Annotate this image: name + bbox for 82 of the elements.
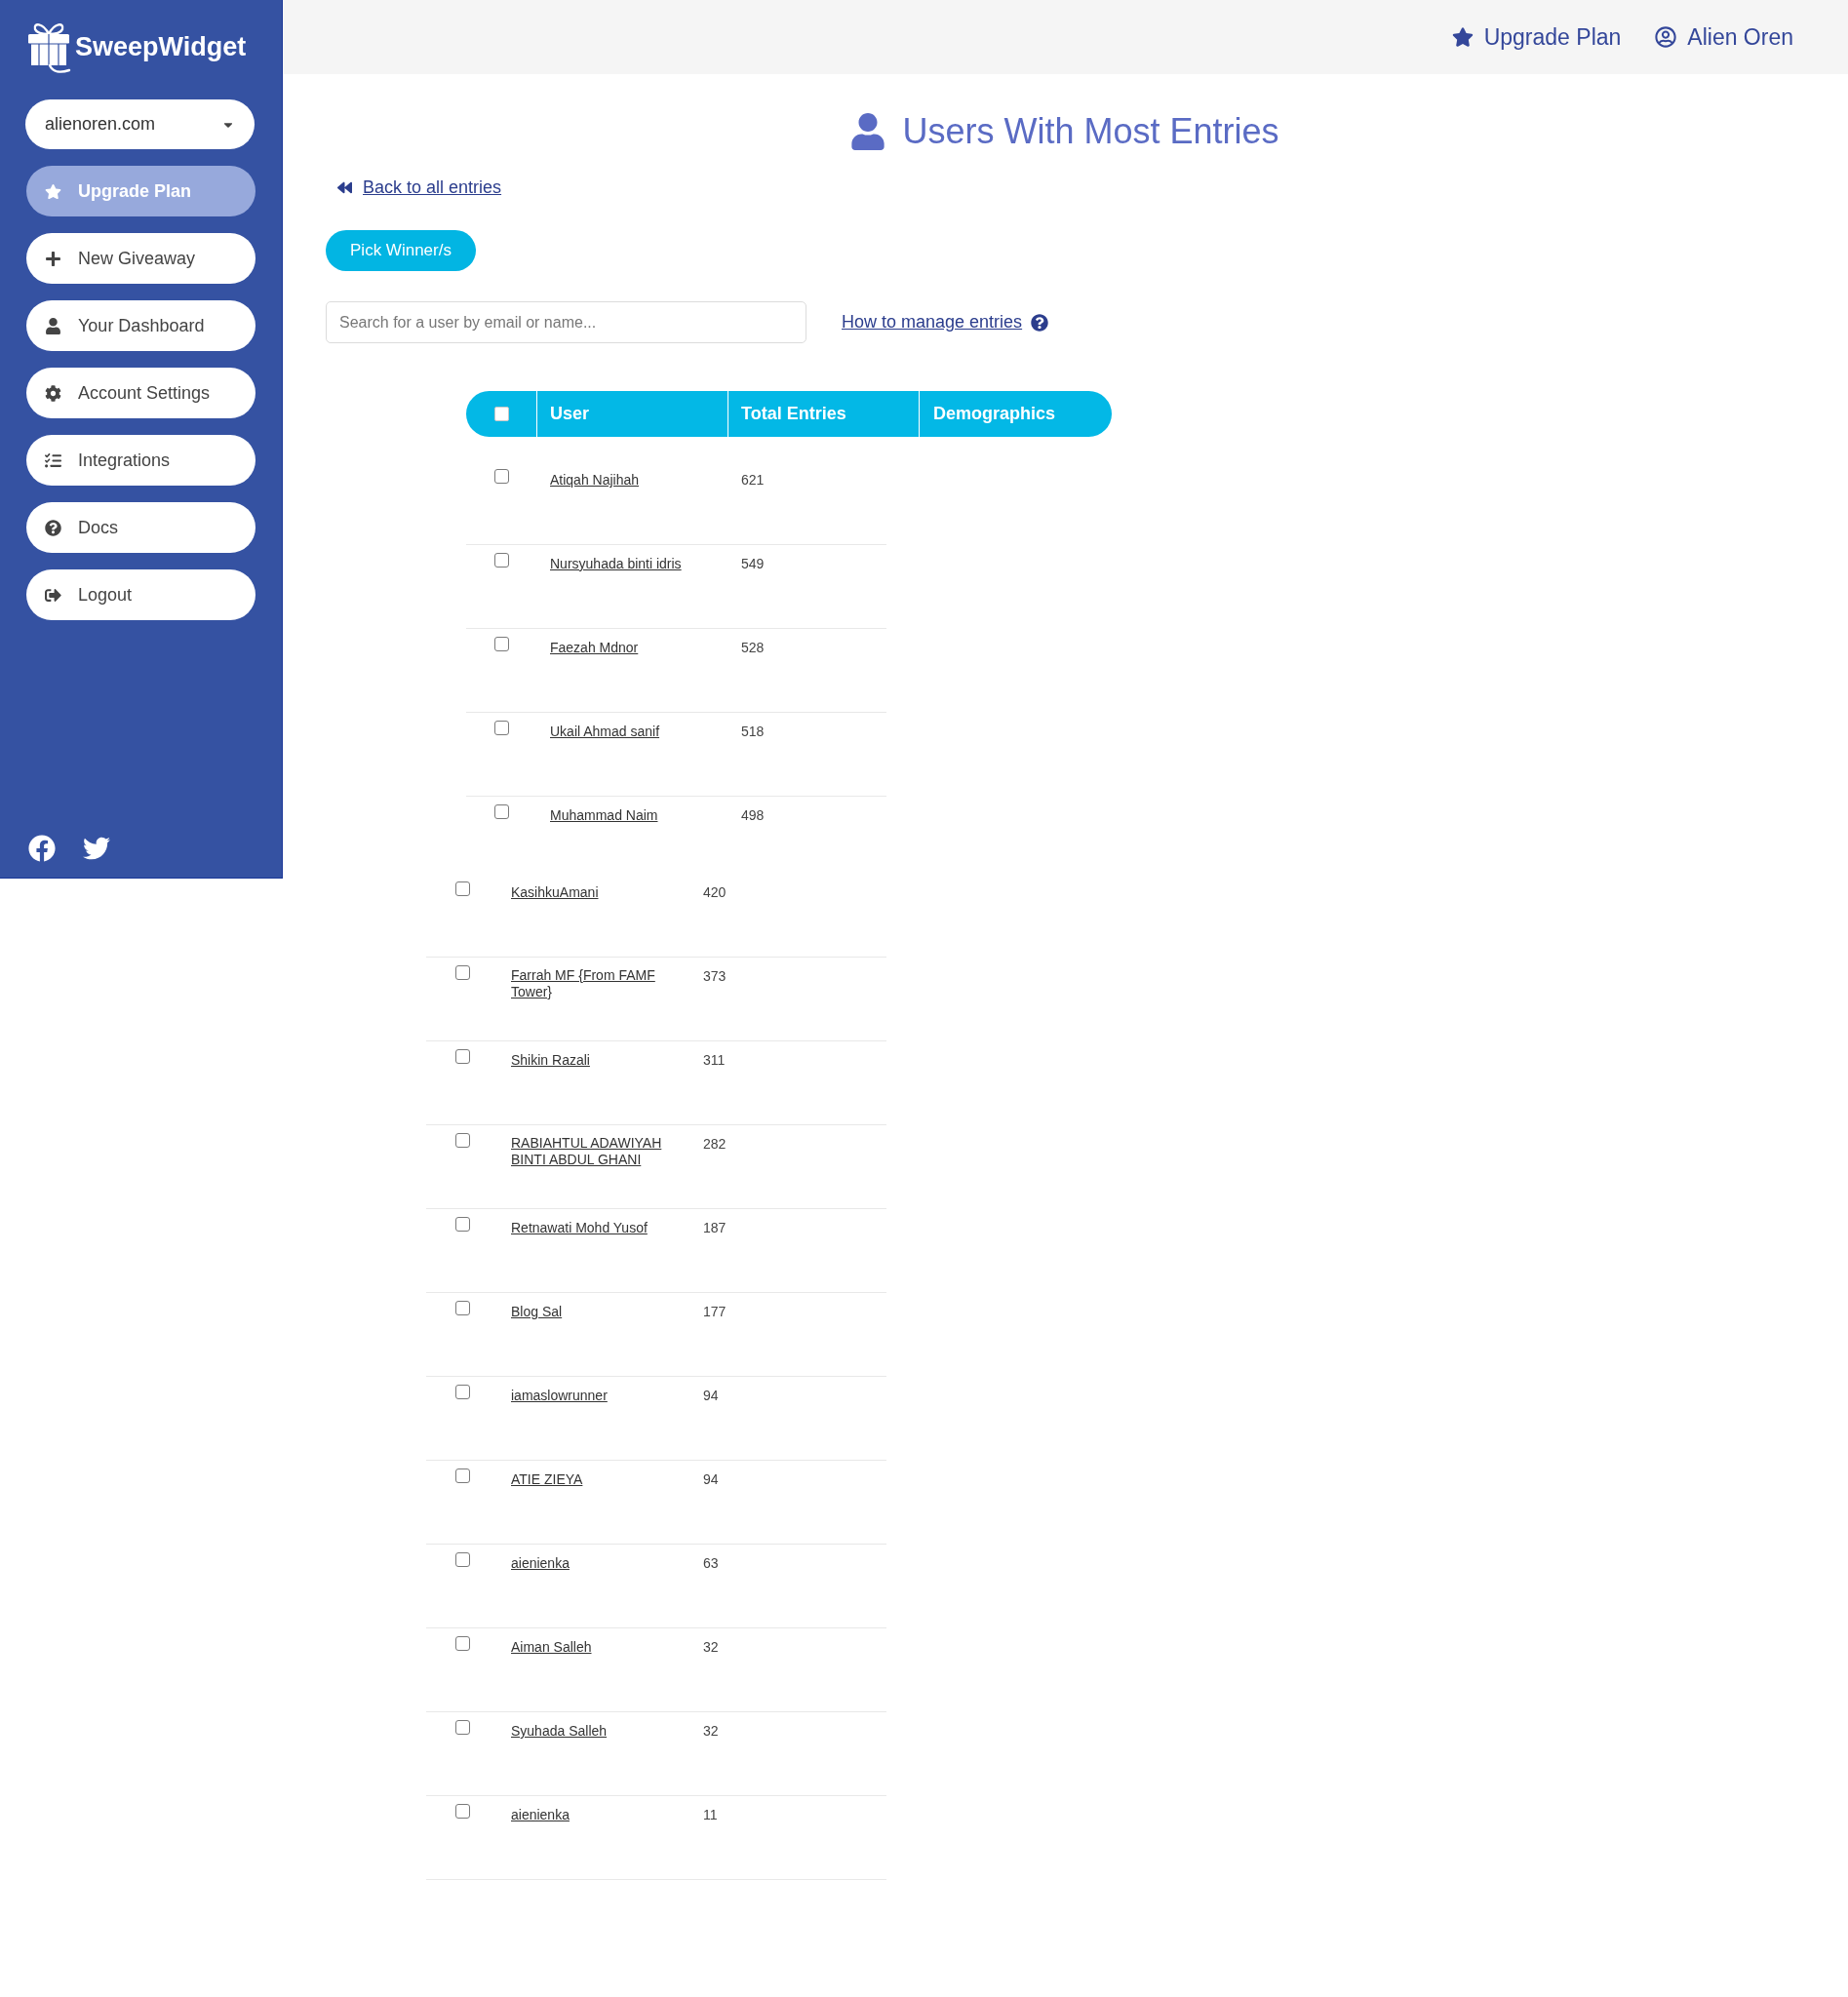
- search-field[interactable]: Search for a user by email or name...: [326, 301, 806, 343]
- user-name-link[interactable]: KasihkuAmani: [511, 884, 599, 901]
- entry-count: 32: [703, 1723, 719, 1740]
- user-name-link[interactable]: ATIE ZIEYA: [511, 1471, 583, 1488]
- entry-count: 32: [703, 1639, 719, 1656]
- user-name-link[interactable]: aienienka: [511, 1555, 570, 1572]
- checkbox[interactable]: [454, 1385, 470, 1399]
- entry-count: 187: [703, 1220, 727, 1236]
- entry-count: 63: [703, 1555, 719, 1572]
- entry-count: 373: [703, 968, 727, 985]
- user-name-link[interactable]: Shikin Razali: [511, 1052, 590, 1069]
- user-name-link[interactable]: Retnawati Mohd Yusof: [511, 1220, 648, 1236]
- sidebar-item[interactable]: New Giveaway: [26, 233, 256, 284]
- checkbox[interactable]: [454, 1468, 470, 1483]
- user-name-link[interactable]: Aiman Salleh: [511, 1639, 592, 1656]
- user-name-link[interactable]: iamaslowrunner: [511, 1388, 608, 1404]
- entry-count: 282: [703, 1136, 727, 1153]
- help-link[interactable]: How to manage entries: [842, 309, 1023, 335]
- entry-count: 94: [703, 1471, 719, 1488]
- checkbox[interactable]: [494, 804, 509, 819]
- checkbox[interactable]: [494, 469, 509, 484]
- user-icon: [851, 113, 885, 150]
- site-dropdown[interactable]: alienoren.com: [25, 99, 255, 149]
- sidebar-item[interactable]: Account Settings: [26, 368, 256, 418]
- checkbox[interactable]: [454, 1720, 470, 1735]
- upgrade-plan-link[interactable]: Upgrade Plan: [1451, 20, 1622, 55]
- entry-count: 11: [703, 1807, 718, 1823]
- entry-count: 311: [703, 1052, 726, 1069]
- column-header: Demographics: [932, 403, 1057, 425]
- entry-count: 498: [741, 807, 765, 824]
- star-icon: [1451, 26, 1474, 48]
- column-header: Total Entries: [728, 391, 920, 437]
- checkbox[interactable]: [454, 1804, 470, 1819]
- entry-count: 528: [741, 640, 765, 656]
- entry-count: 549: [741, 556, 765, 572]
- logo-text: SweepWidget: [75, 33, 247, 60]
- gear-icon: [45, 384, 61, 402]
- sidebar-item[interactable]: Logout: [26, 569, 256, 620]
- user-name-link[interactable]: Blog Sal: [511, 1304, 563, 1320]
- account-menu[interactable]: Alien Oren: [1655, 20, 1793, 55]
- help-icon: [45, 519, 61, 536]
- help-icon[interactable]: [1031, 313, 1049, 332]
- user-name-link[interactable]: aienienka: [511, 1807, 570, 1823]
- entry-count: 177: [703, 1304, 727, 1320]
- checkbox[interactable]: [454, 881, 470, 896]
- entry-count: 420: [703, 884, 727, 901]
- user-name-link[interactable]: Nursyuhada binti idris: [550, 556, 682, 572]
- back-link[interactable]: Back to all entries: [336, 176, 502, 199]
- checkbox[interactable]: [454, 1049, 470, 1064]
- checkbox[interactable]: [454, 1636, 470, 1651]
- checkbox[interactable]: [494, 721, 509, 735]
- column-header: User: [537, 391, 728, 437]
- plus-icon: [45, 250, 61, 267]
- page-title: Users With Most Entries: [902, 110, 1279, 153]
- checkbox[interactable]: [493, 407, 509, 421]
- entry-count: 518: [741, 724, 765, 740]
- user-name-link[interactable]: RABIAHTUL ADAWIYAH BINTI ABDUL GHANI: [511, 1135, 683, 1168]
- user-name-link[interactable]: Muhammad Naim: [550, 807, 658, 824]
- entry-count: 94: [703, 1388, 719, 1404]
- user-name-link[interactable]: Faezah Mdnor: [550, 640, 639, 656]
- sidebar-item[interactable]: Your Dashboard: [26, 300, 256, 351]
- checkbox[interactable]: [454, 1133, 470, 1148]
- star-icon: [45, 182, 61, 200]
- user-icon: [45, 317, 61, 334]
- user-name-link[interactable]: Atiqah Najihah: [550, 472, 640, 489]
- checkbox[interactable]: [454, 1552, 470, 1567]
- logout-icon: [45, 586, 61, 604]
- user-name-link[interactable]: Ukail Ahmad sanif: [550, 724, 660, 740]
- user-name-link[interactable]: Syuhada Salleh: [511, 1723, 608, 1740]
- sidebar-item[interactable]: Docs: [26, 502, 256, 553]
- checkbox[interactable]: [454, 1217, 470, 1232]
- checkbox[interactable]: [494, 637, 509, 651]
- checklist-icon: [45, 451, 61, 469]
- twitter-icon[interactable]: [83, 835, 110, 862]
- checkbox[interactable]: [454, 1301, 470, 1315]
- rewind-icon: [336, 179, 353, 195]
- user-name-link[interactable]: Farrah MF {From FAMF Tower}: [511, 967, 683, 1000]
- checkbox[interactable]: [494, 553, 509, 568]
- entry-count: 621: [741, 472, 765, 489]
- sidebar-item[interactable]: Integrations: [26, 435, 256, 486]
- facebook-icon[interactable]: [28, 835, 56, 862]
- checkbox[interactable]: [454, 965, 470, 980]
